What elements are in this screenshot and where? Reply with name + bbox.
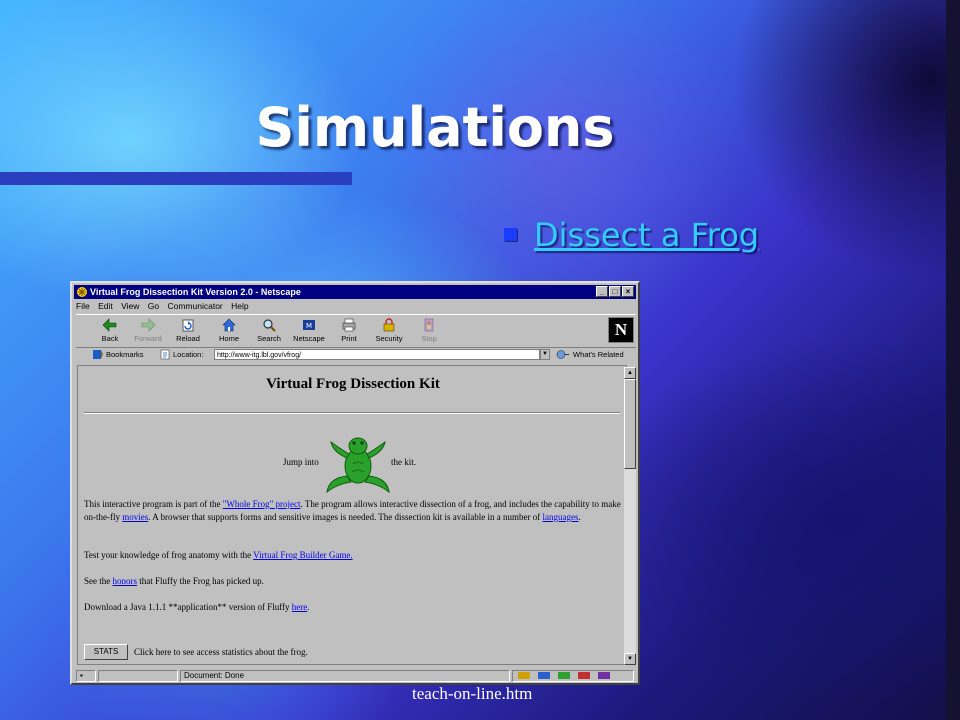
slide-background: Simulations Dissect a Frog Virtual Frog …: [0, 0, 960, 720]
stats-button[interactable]: STATS: [84, 644, 128, 660]
edge-strip: [946, 0, 960, 720]
intro-text-3: . A browser that supports forms and sens…: [148, 512, 543, 522]
dissect-frog-link[interactable]: Dissect a Frog: [534, 216, 759, 254]
slide-title: Simulations: [255, 96, 615, 159]
window-title: Virtual Frog Dissection Kit Version 2.0 …: [90, 287, 301, 297]
jump-text: Jump into: [283, 457, 319, 467]
menu-file[interactable]: File: [76, 301, 90, 311]
menu-view[interactable]: View: [121, 301, 139, 311]
component-bar: [512, 670, 634, 682]
reload-button[interactable]: Reload: [168, 316, 208, 346]
location-toolbar: Bookmarks Location: http://www-itg.lbl.g…: [76, 347, 636, 362]
svg-text:M: M: [306, 322, 312, 330]
languages-link[interactable]: languages: [543, 512, 579, 522]
download-paragraph: Download a Java 1.1.1 **application** ve…: [84, 601, 624, 614]
menu-edit[interactable]: Edit: [98, 301, 113, 311]
honors-link[interactable]: honors: [113, 576, 138, 586]
bookmarks-icon: [93, 350, 103, 359]
jump-post-text: the kit.: [391, 457, 416, 467]
game-paragraph: Test your knowledge of frog anatomy with…: [84, 549, 624, 562]
scroll-thumb[interactable]: [624, 379, 636, 469]
reload-icon: [182, 319, 194, 332]
search-button[interactable]: Search: [249, 316, 289, 346]
vertical-scrollbar[interactable]: ▲ ▼: [624, 367, 636, 665]
game-text: Test your knowledge of frog anatomy with…: [84, 550, 254, 560]
security-label: Security: [375, 334, 403, 343]
location-label: Location:: [173, 350, 204, 359]
progress-cell: [98, 670, 178, 682]
accent-bar: [0, 172, 352, 185]
frog-image-link[interactable]: [325, 434, 391, 498]
bullet-square-icon: [504, 228, 517, 241]
back-label: Back: [101, 334, 119, 343]
maximize-button[interactable]: □: [609, 286, 621, 297]
honors-paragraph: See the honors that Fluffy the Frog has …: [84, 575, 624, 588]
window-titlebar: Virtual Frog Dissection Kit Version 2.0 …: [74, 285, 636, 299]
scroll-down-button[interactable]: ▼: [624, 653, 636, 665]
whole-frog-link[interactable]: "Whole Frog" project: [223, 499, 301, 509]
back-arrow-icon: [102, 318, 117, 332]
forward-label: Forward: [134, 334, 162, 343]
netscape-icon: M: [303, 320, 315, 330]
menu-communicator[interactable]: Communicator: [167, 301, 222, 311]
status-text: Document: Done: [180, 670, 510, 682]
lock-icon: [383, 318, 395, 332]
forward-arrow-icon: [141, 318, 156, 332]
home-icon: [222, 318, 236, 332]
netscape-button[interactable]: M Netscape: [289, 316, 329, 346]
movies-link[interactable]: movies: [122, 512, 148, 522]
netscape-app-icon: [77, 287, 87, 297]
whats-related-button[interactable]: What's Related: [573, 347, 624, 362]
footer-filename: teach-on-line.htm: [412, 684, 533, 703]
netscape-label: Netscape: [293, 334, 325, 343]
back-button[interactable]: Back: [90, 316, 130, 346]
page-heading: Virtual Frog Dissection Kit: [266, 376, 440, 392]
search-icon: [263, 319, 276, 332]
print-label: Print: [341, 334, 357, 343]
download-text-1: Download a Java 1.1.1 **application** ve…: [84, 602, 292, 612]
stop-label: Stop: [421, 334, 437, 343]
home-label: Home: [218, 334, 239, 343]
home-button[interactable]: Home: [209, 316, 249, 346]
intro-text-4: .: [578, 512, 581, 522]
location-input[interactable]: http://www-itg.lbl.gov/vfrog/: [214, 349, 540, 360]
scroll-up-button[interactable]: ▲: [624, 367, 636, 379]
print-icon: [342, 318, 356, 332]
horizontal-rule: [84, 412, 620, 414]
honors-text-2: that Fluffy the Frog has picked up.: [137, 576, 264, 586]
honors-text-1: See the: [84, 576, 113, 586]
menu-help[interactable]: Help: [231, 301, 248, 311]
stats-description: Click here to see access statistics abou…: [134, 647, 308, 657]
reload-label: Reload: [176, 334, 200, 343]
navigation-toolbar: Back Forward Reload Home Search M Netsca…: [76, 314, 636, 348]
frog-builder-game-link[interactable]: Virtual Frog Builder Game.: [253, 550, 352, 560]
search-label: Search: [257, 334, 281, 343]
whats-related-icon: [556, 350, 569, 359]
menu-go[interactable]: Go: [148, 301, 159, 311]
browser-screenshot: Virtual Frog Dissection Kit Version 2.0 …: [70, 281, 640, 685]
connection-icon: ▪: [76, 670, 96, 682]
netscape-n-logo: N: [608, 317, 634, 343]
print-button[interactable]: Print: [329, 316, 369, 346]
stop-button[interactable]: Stop: [409, 316, 449, 346]
minimize-button[interactable]: _: [596, 286, 608, 297]
security-button[interactable]: Security: [369, 316, 409, 346]
status-bar: ▪ Document: Done: [74, 669, 636, 683]
page-proxy-icon: [160, 349, 170, 360]
location-dropdown-button[interactable]: ▼: [540, 349, 550, 360]
page-content: Virtual Frog Dissection Kit Jump into th…: [77, 365, 627, 665]
download-text-2: .: [307, 602, 310, 612]
menu-bar: File Edit View Go Communicator Help: [76, 300, 255, 313]
forward-button[interactable]: Forward: [128, 316, 168, 346]
stop-icon: [424, 318, 434, 332]
intro-paragraph: This interactive program is part of the …: [84, 498, 624, 524]
bookmarks-button[interactable]: Bookmarks: [106, 347, 144, 362]
download-here-link[interactable]: here: [292, 602, 308, 612]
component-icons: [518, 672, 610, 679]
close-button[interactable]: ×: [622, 286, 634, 297]
intro-text-1: This interactive program is part of the: [84, 499, 223, 509]
